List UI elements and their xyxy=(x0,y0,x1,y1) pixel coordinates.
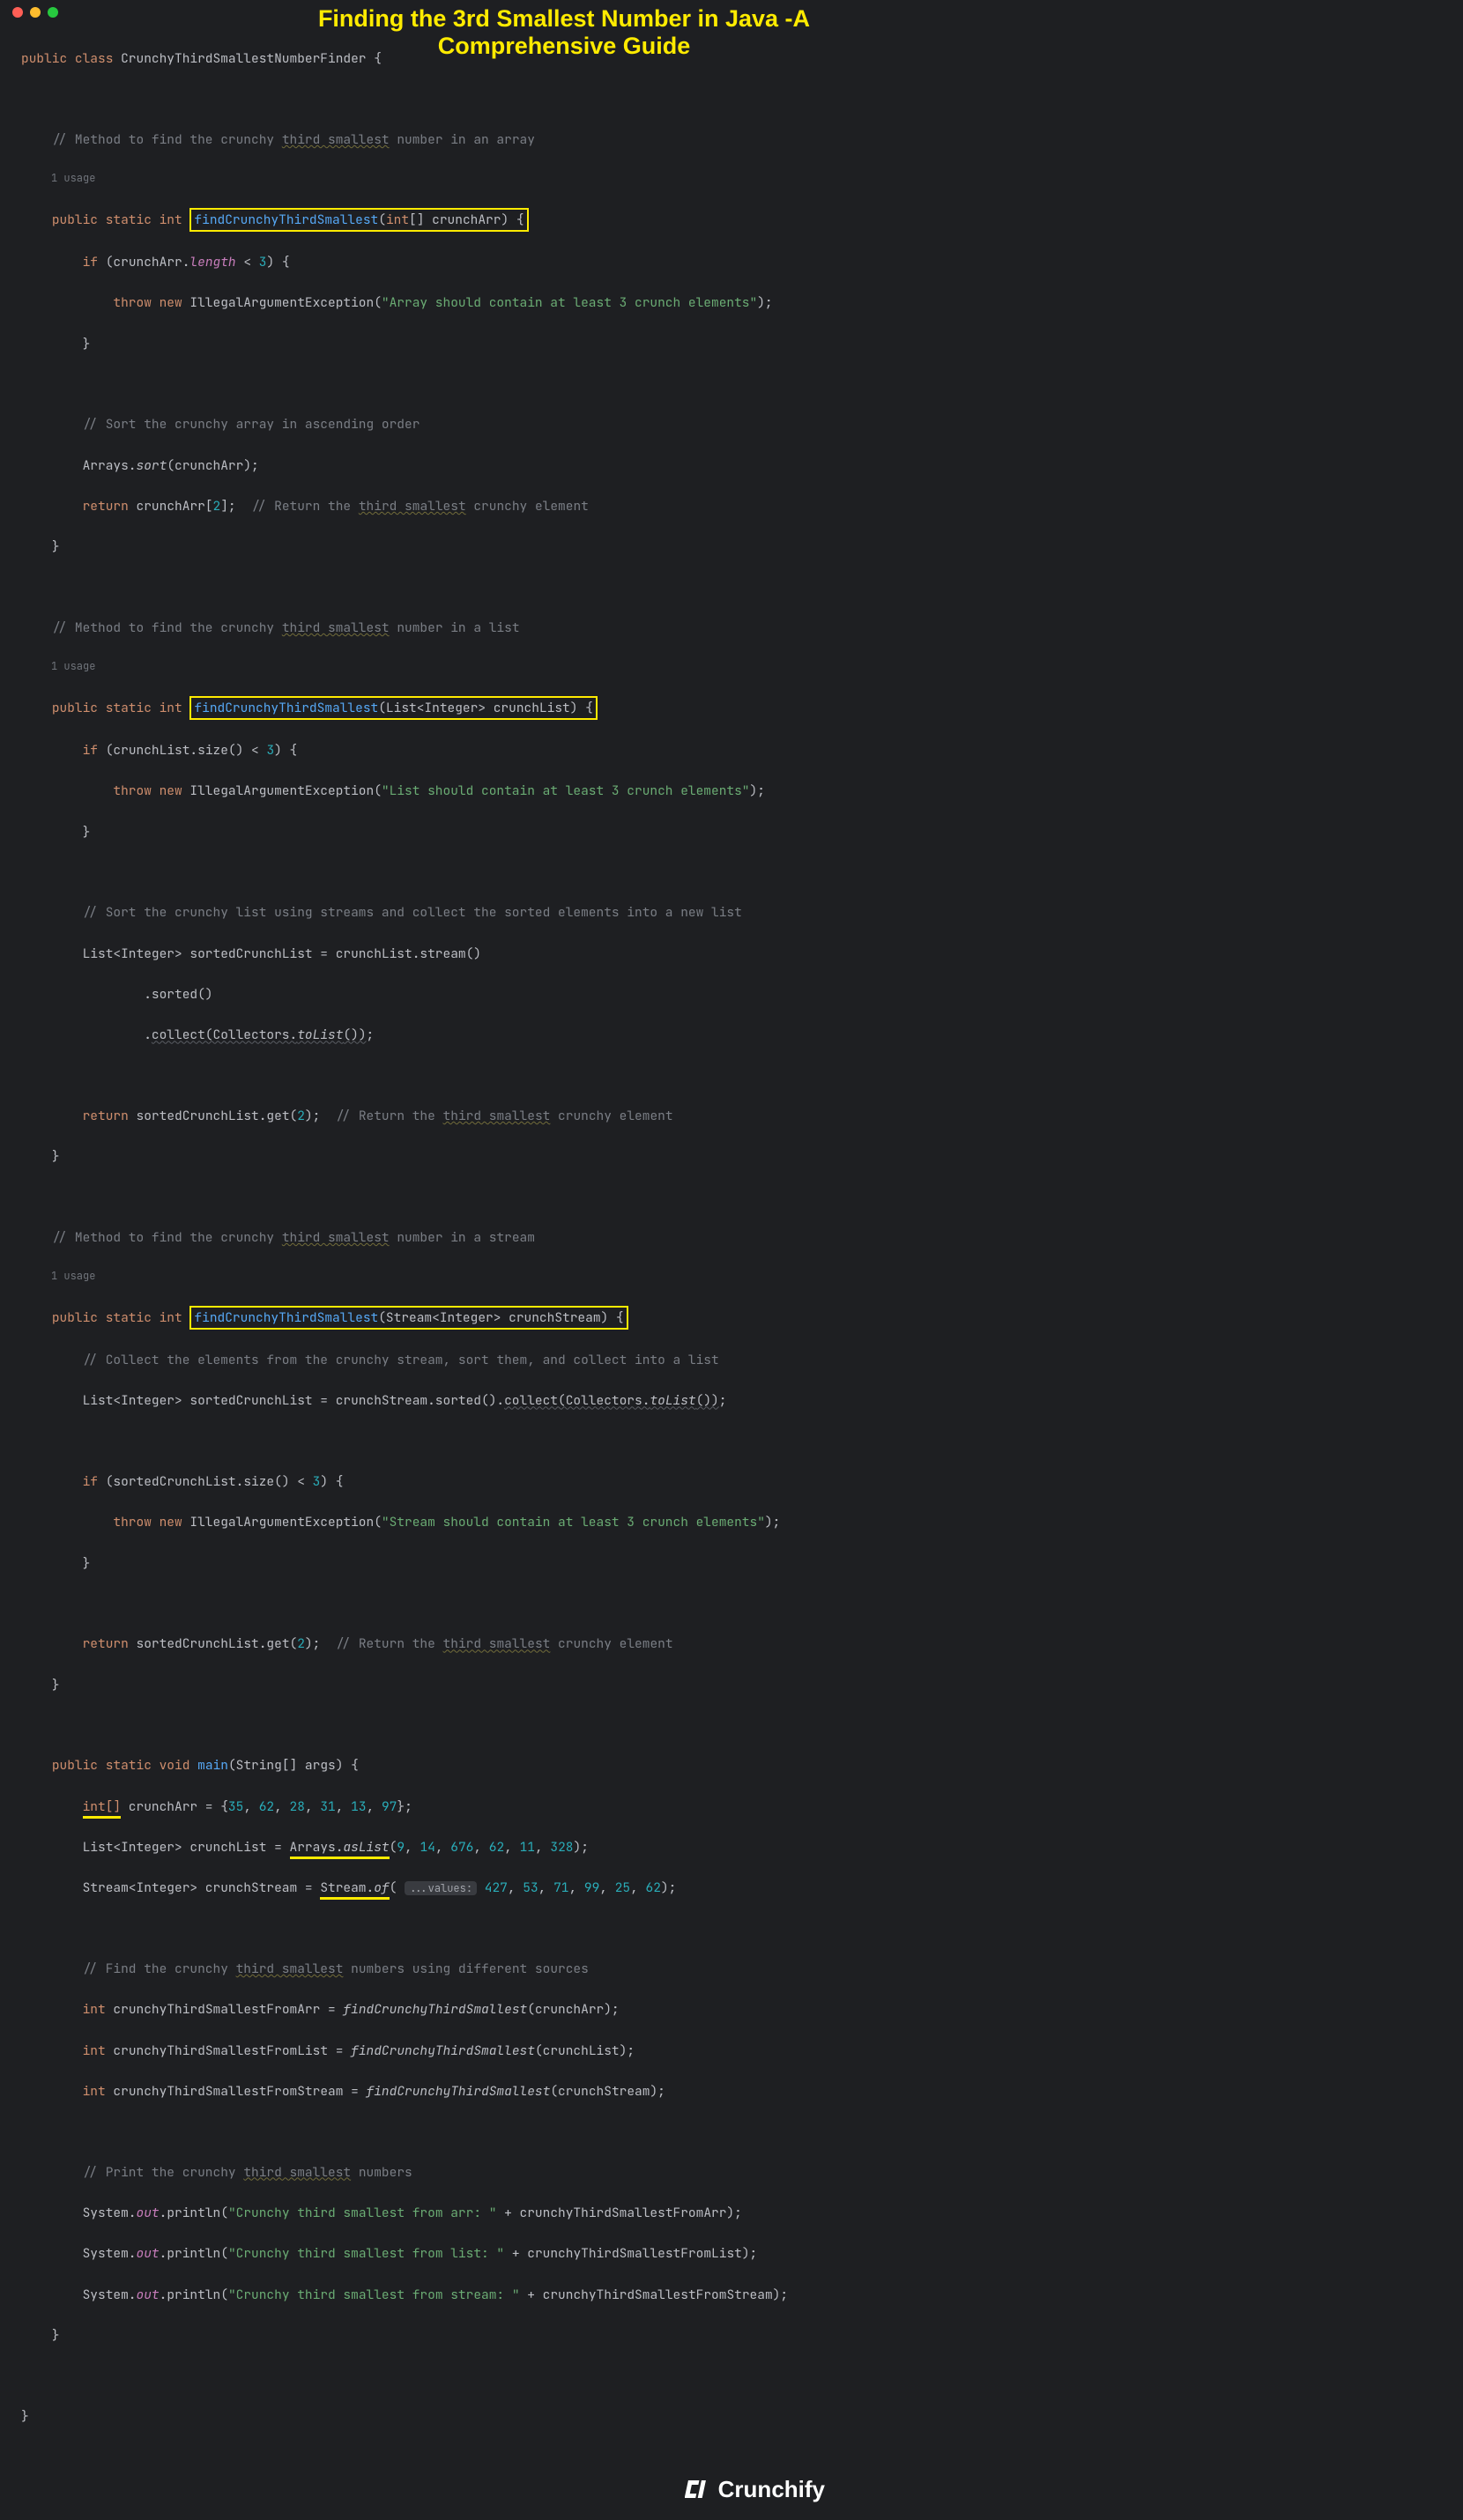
comment: // Sort the crunchy array in ascending o… xyxy=(83,416,420,433)
brand-text: Crunchify xyxy=(718,2472,825,2509)
keyword: class xyxy=(75,50,114,67)
comment: // Find the crunchy third smallest numbe… xyxy=(83,1960,589,1977)
comment: // Method to find the crunchy third smal… xyxy=(52,1229,535,1246)
close-icon[interactable] xyxy=(12,7,23,18)
method-modifiers: public static int xyxy=(52,1309,190,1326)
method-signature-highlight: findCrunchyThirdSmallest(List<Integer> c… xyxy=(189,696,597,720)
comment: // Method to find the crunchy third smal… xyxy=(52,131,535,148)
overlay-title: Finding the 3rd Smallest Number in Java … xyxy=(300,5,828,60)
comment: // Collect the elements from the crunchy… xyxy=(83,1352,719,1368)
keyword: public xyxy=(21,50,67,67)
method-signature-highlight: findCrunchyThirdSmallest(Stream<Integer>… xyxy=(189,1306,628,1330)
method-modifiers: public static int xyxy=(52,211,190,228)
comment: // Print the crunchy third smallest numb… xyxy=(83,2164,412,2181)
maximize-icon[interactable] xyxy=(48,7,58,18)
minimize-icon[interactable] xyxy=(30,7,41,18)
crunchify-icon xyxy=(685,2476,711,2502)
field: length xyxy=(189,254,235,271)
parameter-hint: ...values: xyxy=(405,1881,477,1895)
usage-hint[interactable]: 1 usage xyxy=(0,658,846,675)
brand-logo: Crunchify xyxy=(685,2472,825,2509)
method-signature-highlight: findCrunchyThirdSmallest(int[] crunchArr… xyxy=(189,208,528,232)
comment: // Method to find the crunchy third smal… xyxy=(52,619,520,636)
editor-window: Finding the 3rd Smallest Number in Java … xyxy=(0,0,846,2520)
comment: // Sort the crunchy list using streams a… xyxy=(83,904,742,921)
usage-hint[interactable]: 1 usage xyxy=(0,170,846,187)
usage-hint[interactable]: 1 usage xyxy=(0,1268,846,1285)
code-editor[interactable]: public class CrunchyThirdSmallestNumberF… xyxy=(0,25,846,2467)
method-modifiers: public static int xyxy=(52,700,190,716)
